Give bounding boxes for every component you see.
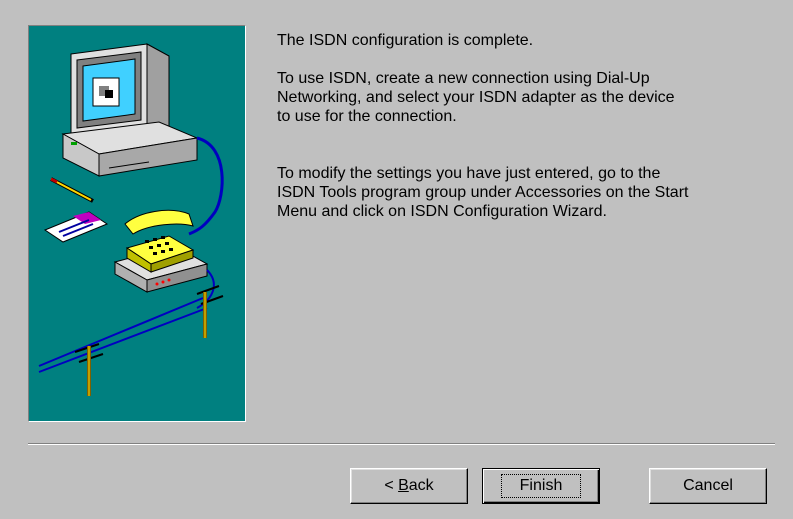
telephone-line-icon: [38, 285, 224, 396]
wizard-illustration: [28, 25, 246, 422]
modify-instructions: To modify the settings you have just ent…: [277, 165, 689, 220]
usage-instructions: To use ISDN, create a new connection usi…: [277, 70, 675, 125]
back-button[interactable]: < Back: [350, 468, 468, 504]
completion-heading: The ISDN configuration is complete.: [277, 32, 534, 49]
separator-line: [28, 443, 775, 445]
back-button-label: < Back: [384, 477, 434, 494]
notepad-icon: [43, 211, 109, 243]
cancel-button[interactable]: Cancel: [649, 468, 767, 504]
finish-button-label: Finish: [500, 474, 582, 498]
finish-button[interactable]: Finish: [482, 468, 600, 504]
cancel-button-label: Cancel: [683, 477, 733, 494]
computer-phone-isdn-illustration: [38, 43, 224, 396]
telephone-icon: [113, 209, 209, 293]
pencil-icon: [50, 177, 94, 203]
